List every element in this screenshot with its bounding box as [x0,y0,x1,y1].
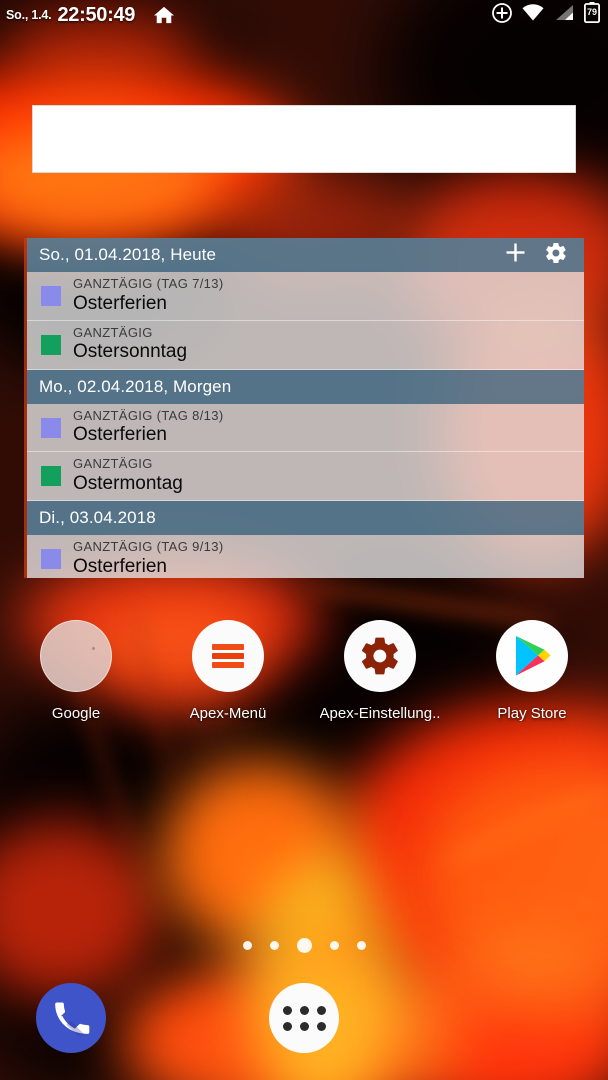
app-grid: Google Apex-Menü Apex-Einstellung.. Play… [0,620,608,722]
add-circle-icon [492,2,512,28]
calendar-event-row[interactable]: GANZTÄGIG (TAG 9/13) Osterferien [27,535,584,578]
dock [0,972,608,1080]
calendar-day-title: Mo., 02.04.2018, Morgen [39,376,232,396]
page-dot-active[interactable] [296,938,312,953]
event-color-chip [41,334,61,355]
event-time-label: GANZTÄGIG (TAG 8/13) [73,407,224,423]
app-item-apex-menu[interactable]: Apex-Menü [152,620,304,722]
event-time-label: GANZTÄGIG (TAG 7/13) [73,276,224,291]
calendar-day-header[interactable]: Mo., 02.04.2018, Morgen [27,369,584,404]
phone-icon[interactable] [36,983,106,1053]
status-bar: So., 1.4. 22:50:49 79 [0,0,608,30]
cellular-signal-icon [554,4,574,26]
calendar-day-title: So., 01.04.2018, Heute [39,245,217,264]
event-title: Osterferien [73,424,167,446]
calendar-event-row[interactable]: GANZTÄGIG (TAG 7/13) Osterferien [27,272,584,321]
app-item-play-store[interactable]: Play Store [456,620,608,722]
app-label: Apex-Menü [189,705,267,722]
event-time-label: GANZTÄGIG [73,456,153,472]
event-time-label: GANZTÄGIG (TAG 9/13) [73,539,224,555]
status-bar-icons: 79 [492,2,600,28]
wifi-icon [522,4,544,26]
event-title: Ostersonntag [73,341,188,363]
page-indicator[interactable] [0,938,608,953]
page-dot[interactable] [356,941,366,950]
hamburger-menu-icon[interactable] [192,620,264,692]
event-time-label: GANZTÄGIG [73,324,153,340]
app-drawer-icon[interactable] [269,983,339,1053]
event-title: Osterferien [73,555,167,577]
event-title: Ostermontag [73,472,183,494]
app-label: Play Store [497,705,567,722]
battery-icon: 79 [583,2,600,28]
app-label: Google [51,705,101,722]
event-color-chip [41,286,61,306]
home-icon [153,5,175,25]
calendar-day-header[interactable]: Di., 03.04.2018 [27,501,584,536]
app-item-google[interactable]: Google [0,620,152,722]
plus-icon[interactable] [505,242,526,268]
search-bar-widget[interactable] [32,105,576,173]
play-store-icon[interactable] [496,620,568,692]
calendar-event-row[interactable]: GANZTÄGIG Ostermontag [27,452,584,502]
page-dot[interactable] [269,941,279,950]
status-bar-clock: 22:50:49 [57,3,136,26]
calendar-event-row[interactable]: GANZTÄGIG (TAG 8/13) Osterferien [27,403,584,453]
google-folder-icon[interactable] [40,620,112,692]
event-color-chip [41,466,61,487]
event-color-chip [41,417,61,438]
gear-icon[interactable] [344,620,416,692]
battery-level-text: 79 [586,7,597,17]
page-dot[interactable] [329,941,339,950]
app-label: Apex-Einstellung.. [319,705,441,722]
event-color-chip [41,549,61,570]
search-input[interactable] [33,106,575,172]
calendar-day-title: Di., 03.04.2018 [39,508,156,528]
event-title: Osterferien [73,292,167,314]
app-item-apex-settings[interactable]: Apex-Einstellung.. [304,620,456,722]
gear-icon[interactable] [544,241,568,270]
status-bar-date: So., 1.4. [6,8,52,22]
calendar-day-header[interactable]: So., 01.04.2018, Heute [27,238,584,272]
drawer-dots [282,1005,326,1031]
calendar-event-row[interactable]: GANZTÄGIG Ostersonntag [27,320,584,370]
page-dot[interactable] [242,941,252,950]
calendar-agenda-widget[interactable]: So., 01.04.2018, Heute GANZTÄGIG (TAG 7/… [24,238,584,578]
